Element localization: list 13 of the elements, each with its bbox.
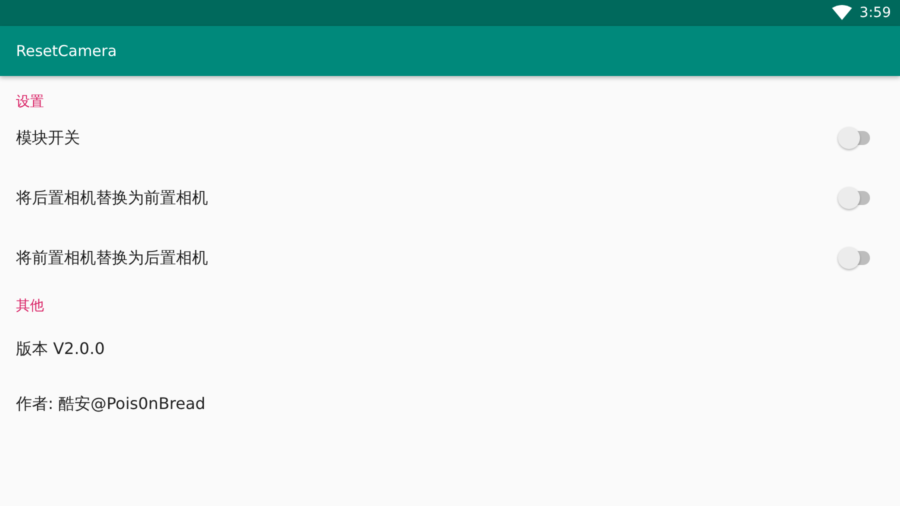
wifi-icon bbox=[832, 5, 852, 20]
preference-label: 将前置相机替换为后置相机 bbox=[16, 248, 208, 268]
preference-label: 版本 V2.0.0 bbox=[16, 339, 105, 360]
preference-label: 将后置相机替换为前置相机 bbox=[16, 188, 208, 208]
clock-time: 3:59 bbox=[860, 5, 891, 21]
category-header: 设置 bbox=[15, 93, 45, 112]
toggle-switch[interactable] bbox=[838, 247, 872, 269]
preference-label: 模块开关 bbox=[16, 128, 80, 148]
app-title: ResetCamera bbox=[16, 42, 117, 60]
toggle-switch[interactable] bbox=[838, 127, 872, 149]
category-header: 其他 bbox=[15, 297, 45, 316]
preference-label: 作者: 酷安@Pois0nBread bbox=[16, 394, 206, 415]
toggle-switch[interactable] bbox=[838, 187, 872, 209]
